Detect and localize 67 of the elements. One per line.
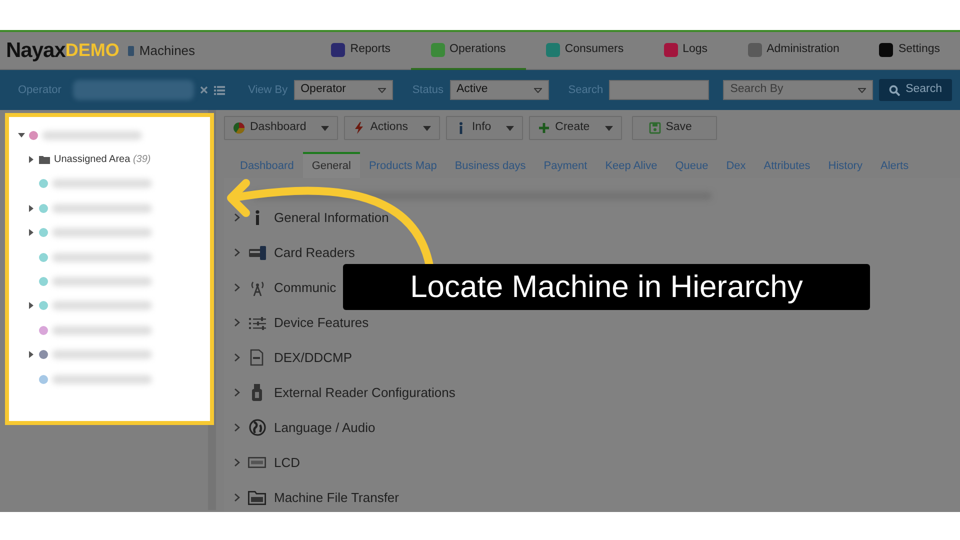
collapse-caret-icon[interactable] — [28, 351, 34, 358]
card-reader-icon — [248, 244, 266, 260]
collapse-caret-icon[interactable] — [28, 204, 34, 212]
expand-chevron-icon[interactable] — [234, 458, 240, 467]
section-title[interactable]: External Reader Configurations — [274, 382, 456, 402]
save-button[interactable]: Save — [632, 116, 717, 140]
dropdown-button[interactable]: Info — [446, 116, 524, 140]
folder-icon — [248, 490, 266, 504]
logo: Nayax — [6, 38, 66, 64]
caret-icon — [858, 88, 866, 92]
list-icon[interactable] — [214, 86, 225, 94]
nav-tab[interactable]: Reports — [311, 32, 411, 70]
view-by-select[interactable]: Operator — [294, 80, 393, 100]
expand-chevron-icon[interactable] — [234, 423, 240, 432]
collapse-caret-icon[interactable] — [28, 302, 34, 310]
section-title[interactable]: Language / Audio — [274, 418, 376, 438]
sliders-icon — [248, 315, 266, 330]
operator-field[interactable] — [73, 80, 194, 100]
section-title[interactable]: Communic — [274, 278, 336, 298]
expand-chevron-icon[interactable] — [234, 388, 240, 397]
section-title[interactable]: Device Features — [274, 312, 369, 332]
globe-icon — [248, 419, 266, 436]
search-button[interactable]: Search — [878, 79, 952, 101]
search-icon — [888, 84, 900, 96]
usb-stick-icon — [252, 384, 262, 401]
machine-icon — [127, 44, 136, 56]
section-title[interactable]: LCD — [274, 452, 300, 472]
folder-icon — [39, 155, 50, 164]
dropdown-button[interactable]: Dashboard — [224, 116, 338, 140]
page-title: Machines — [139, 42, 196, 60]
screen-icon — [248, 457, 266, 468]
section-title[interactable]: General Information — [274, 208, 389, 228]
tree-item[interactable]: Unassigned Area (39) — [54, 152, 151, 168]
collapse-caret-icon[interactable] — [28, 156, 34, 164]
plus-icon — [538, 122, 550, 134]
tab[interactable]: General — [302, 152, 360, 178]
expand-chevron-icon[interactable] — [234, 283, 240, 292]
expand-chevron-icon[interactable] — [234, 493, 240, 502]
nav-tab[interactable]: Consumers — [526, 32, 644, 70]
info-icon — [254, 210, 260, 225]
expand-chevron-icon[interactable] — [234, 213, 240, 222]
caret-icon — [534, 88, 542, 92]
document-icon — [250, 349, 264, 366]
nav-tab[interactable]: Logs — [644, 32, 728, 70]
expand-caret-icon[interactable] — [18, 132, 24, 138]
dropdown-button[interactable]: Create — [529, 116, 622, 140]
caret-icon — [378, 88, 386, 92]
logo-suffix: DEMO — [65, 39, 120, 60]
section-title[interactable]: DEX/DDCMP — [274, 348, 352, 368]
caption: Locate Machine in Hierarchy — [343, 264, 870, 310]
status-select[interactable]: Active — [450, 80, 549, 100]
dropdown-button[interactable]: Actions — [344, 116, 440, 140]
save-icon — [648, 122, 661, 134]
collapse-caret-icon[interactable] — [28, 229, 34, 236]
antenna-icon — [248, 280, 266, 296]
bolt-icon — [353, 122, 366, 134]
nav-tab[interactable]: Administration — [728, 32, 860, 70]
section-title[interactable]: Machine File Transfer — [274, 488, 399, 508]
expand-chevron-icon[interactable] — [234, 248, 240, 257]
search-field[interactable] — [609, 80, 710, 100]
section-title[interactable]: Card Readers — [274, 242, 355, 262]
nav-tab[interactable]: Settings — [859, 32, 960, 70]
expand-chevron-icon[interactable] — [234, 353, 240, 362]
search-by-select[interactable]: Search By — [723, 80, 873, 100]
expand-chevron-icon[interactable] — [234, 318, 240, 327]
clear-icon[interactable] — [200, 86, 208, 94]
pie-chart-icon — [233, 122, 245, 134]
